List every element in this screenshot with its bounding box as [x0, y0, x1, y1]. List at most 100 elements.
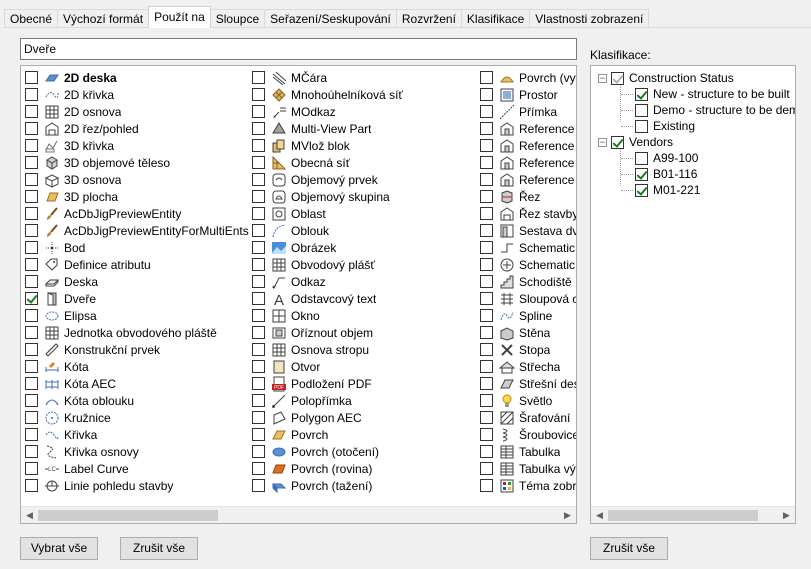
- list-item[interactable]: Střešní desk: [480, 375, 576, 392]
- item-checkbox[interactable]: [252, 88, 265, 101]
- tab-6[interactable]: Klasifikace: [460, 9, 531, 28]
- item-checkbox[interactable]: [252, 190, 265, 203]
- list-horizontal-scrollbar[interactable]: ◀ ▶: [21, 506, 576, 523]
- item-checkbox[interactable]: [25, 156, 38, 169]
- item-checkbox[interactable]: [252, 411, 265, 424]
- tab-7[interactable]: Vlastnosti zobrazení: [529, 9, 650, 28]
- item-checkbox[interactable]: [252, 207, 265, 220]
- item-checkbox[interactable]: [480, 105, 493, 118]
- tree-checkbox[interactable]: [635, 167, 648, 181]
- list-item[interactable]: Schematic S: [480, 256, 576, 273]
- tree-group[interactable]: − Vendors: [598, 134, 673, 150]
- list-item[interactable]: Odkaz: [252, 273, 478, 290]
- list-item[interactable]: Prostor: [480, 86, 576, 103]
- list-item[interactable]: Povrch: [252, 426, 478, 443]
- list-item[interactable]: PDF Podložení PDF: [252, 375, 478, 392]
- list-item[interactable]: 2D řez/pohled: [25, 120, 251, 137]
- select-all-button[interactable]: Vybrat vše: [20, 537, 98, 560]
- item-checkbox[interactable]: [480, 428, 493, 441]
- item-checkbox[interactable]: [25, 445, 38, 458]
- item-checkbox[interactable]: [252, 105, 265, 118]
- item-checkbox[interactable]: [252, 377, 265, 390]
- item-checkbox[interactable]: [252, 224, 265, 237]
- list-item[interactable]: Jednotka obvodového pláště: [25, 324, 251, 341]
- list-item[interactable]: LC Label Curve: [25, 460, 251, 477]
- item-checkbox[interactable]: [480, 292, 493, 305]
- list-item[interactable]: 2D deska: [25, 69, 251, 86]
- list-item[interactable]: Sestava dve: [480, 222, 576, 239]
- list-item[interactable]: MOdkaz: [252, 103, 478, 120]
- item-checkbox[interactable]: [25, 241, 38, 254]
- tree-item[interactable]: M01-221: [635, 182, 700, 198]
- list-item[interactable]: A Odstavcový text: [252, 290, 478, 307]
- item-checkbox[interactable]: [252, 122, 265, 135]
- list-item[interactable]: Reference b: [480, 120, 576, 137]
- tree-horizontal-scrollbar[interactable]: ◀ ▶: [591, 506, 795, 523]
- item-checkbox[interactable]: [480, 241, 493, 254]
- tree-checkbox[interactable]: [635, 119, 648, 133]
- item-checkbox[interactable]: [480, 394, 493, 407]
- tree-checkbox[interactable]: [611, 71, 624, 85]
- item-checkbox[interactable]: [480, 139, 493, 152]
- item-checkbox[interactable]: [25, 190, 38, 203]
- item-checkbox[interactable]: [25, 309, 38, 322]
- item-checkbox[interactable]: [252, 479, 265, 492]
- item-checkbox[interactable]: [25, 207, 38, 220]
- list-item[interactable]: Tabulka výk: [480, 460, 576, 477]
- list-item[interactable]: Přímka: [480, 103, 576, 120]
- list-item[interactable]: Šrafování: [480, 409, 576, 426]
- list-item[interactable]: Řez: [480, 188, 576, 205]
- tree-item[interactable]: B01-116: [635, 166, 697, 182]
- list-item[interactable]: AcDbJigPreviewEntity: [25, 205, 251, 222]
- item-checkbox[interactable]: [252, 156, 265, 169]
- item-checkbox[interactable]: [480, 479, 493, 492]
- list-item[interactable]: Elipsa: [25, 307, 251, 324]
- tree-checkbox[interactable]: [611, 135, 624, 149]
- list-item[interactable]: Objemový skupina: [252, 188, 478, 205]
- item-checkbox[interactable]: [25, 88, 38, 101]
- item-checkbox[interactable]: [252, 360, 265, 373]
- item-checkbox[interactable]: [252, 275, 265, 288]
- list-item[interactable]: Stopa: [480, 341, 576, 358]
- list-item[interactable]: 3D osnova: [25, 171, 251, 188]
- list-item[interactable]: Tabulka: [480, 443, 576, 460]
- item-checkbox[interactable]: [252, 445, 265, 458]
- item-checkbox[interactable]: [252, 258, 265, 271]
- scroll-left-icon[interactable]: ◀: [591, 507, 608, 523]
- tree-item[interactable]: New - structure to be built: [635, 86, 790, 102]
- list-item[interactable]: MČára: [252, 69, 478, 86]
- list-item[interactable]: Sloupová os: [480, 290, 576, 307]
- item-checkbox[interactable]: [25, 105, 38, 118]
- item-checkbox[interactable]: [252, 462, 265, 475]
- list-item[interactable]: Kóta AEC: [25, 375, 251, 392]
- tab-0[interactable]: Obecné: [4, 9, 59, 28]
- item-checkbox[interactable]: [25, 122, 38, 135]
- list-item[interactable]: Povrch (tažení): [252, 477, 478, 494]
- item-checkbox[interactable]: [480, 275, 493, 288]
- item-checkbox[interactable]: [252, 428, 265, 441]
- list-item[interactable]: Reference e: [480, 154, 576, 171]
- item-checkbox[interactable]: [480, 258, 493, 271]
- tab-3[interactable]: Sloupce: [209, 9, 266, 28]
- list-item[interactable]: Oblast: [252, 205, 478, 222]
- item-checkbox[interactable]: [252, 309, 265, 322]
- list-item[interactable]: Definice atributu: [25, 256, 251, 273]
- item-checkbox[interactable]: [252, 343, 265, 356]
- list-item[interactable]: Mnohoúhelníková síť: [252, 86, 478, 103]
- scroll-thumb[interactable]: [608, 510, 758, 521]
- list-item[interactable]: Křivka: [25, 426, 251, 443]
- list-item[interactable]: Světlo: [480, 392, 576, 409]
- item-checkbox[interactable]: [480, 411, 493, 424]
- list-item[interactable]: Konstrukční prvek: [25, 341, 251, 358]
- scroll-thumb[interactable]: [38, 510, 218, 521]
- list-item[interactable]: Schodiště: [480, 273, 576, 290]
- item-checkbox[interactable]: [480, 156, 493, 169]
- item-checkbox[interactable]: [480, 173, 493, 186]
- item-checkbox[interactable]: [25, 411, 38, 424]
- tree-group[interactable]: − Construction Status: [598, 70, 734, 86]
- list-item[interactable]: AcDbJigPreviewEntityForMultiEnts: [25, 222, 251, 239]
- list-item[interactable]: Reference n: [480, 171, 576, 188]
- list-item[interactable]: Kóta: [25, 358, 251, 375]
- item-checkbox[interactable]: [252, 173, 265, 186]
- item-checkbox[interactable]: [252, 139, 265, 152]
